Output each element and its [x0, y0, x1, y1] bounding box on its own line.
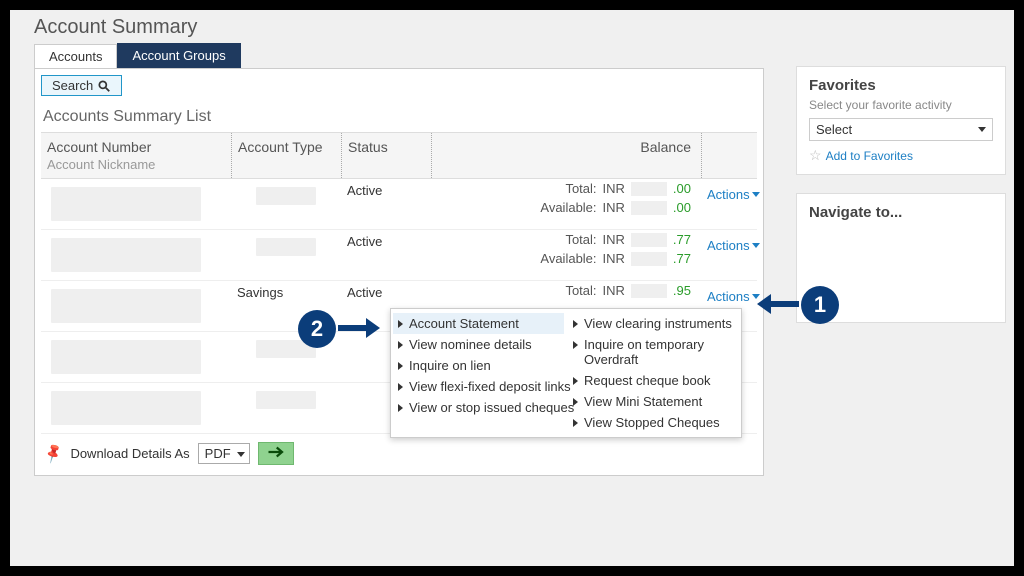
redacted-account-number: [51, 238, 201, 272]
search-button[interactable]: Search: [41, 75, 122, 96]
currency-label: INR: [603, 181, 625, 196]
search-icon: [97, 79, 111, 93]
menu-item-stopped-cheques[interactable]: View Stopped Cheques: [568, 412, 739, 433]
col-account-nickname-label: Account Nickname: [47, 157, 225, 172]
table-row: Active Total: INR .77 Available: INR .77…: [41, 230, 757, 281]
tab-row: Accounts Account Groups: [34, 43, 1000, 68]
currency-label: INR: [603, 251, 625, 266]
table-header: Account Number Account Nickname Account …: [41, 132, 757, 179]
favorites-title: Favorites: [809, 77, 993, 94]
amount-suffix: .77: [673, 251, 691, 266]
actions-dropdown[interactable]: Actions: [707, 234, 750, 253]
amount-suffix: .77: [673, 232, 691, 247]
menu-item-clearing-instruments[interactable]: View clearing instruments: [568, 313, 739, 334]
favorites-subtitle: Select your favorite activity: [809, 98, 993, 112]
actions-label: Actions: [707, 238, 750, 253]
status-cell: Active: [341, 179, 431, 229]
navigate-title: Navigate to...: [809, 204, 993, 221]
tab-account-groups[interactable]: Account Groups: [117, 43, 240, 68]
redacted-account-type: [256, 238, 316, 256]
menu-item-inquire-lien[interactable]: Inquire on lien: [393, 355, 564, 376]
currency-label: INR: [603, 232, 625, 247]
available-label: Available:: [540, 200, 596, 215]
menu-item-view-nominee[interactable]: View nominee details: [393, 334, 564, 355]
redacted-account-number: [51, 391, 201, 425]
callout-badge-1: 1: [801, 286, 839, 324]
arrow-left-icon: [757, 292, 801, 319]
redacted-amount: [631, 252, 667, 266]
star-icon: ☆: [809, 147, 822, 164]
tab-accounts[interactable]: Accounts: [34, 44, 117, 69]
currency-label: INR: [603, 200, 625, 215]
total-label: Total:: [565, 283, 596, 298]
add-to-favorites-link[interactable]: ☆ Add to Favorites: [809, 147, 993, 164]
redacted-amount: [631, 233, 667, 247]
download-label: Download Details As: [70, 446, 189, 461]
col-actions-header: [701, 133, 756, 178]
redacted-amount: [631, 284, 667, 298]
redacted-account-type: [256, 391, 316, 409]
download-go-button[interactable]: [258, 442, 294, 465]
currency-label: INR: [603, 283, 625, 298]
col-account-type: Account Type: [231, 133, 341, 178]
chevron-down-icon: [752, 243, 760, 248]
menu-item-mini-statement[interactable]: View Mini Statement: [568, 391, 739, 412]
menu-item-request-chequebook[interactable]: Request cheque book: [568, 370, 739, 391]
actions-label: Actions: [707, 289, 750, 304]
amount-suffix: .95: [673, 283, 691, 298]
menu-item-account-statement[interactable]: Account Statement: [393, 313, 564, 334]
col-account-number-label: Account Number: [47, 139, 151, 155]
chevron-down-icon: [978, 127, 986, 132]
menu-item-stop-cheques[interactable]: View or stop issued cheques: [393, 397, 564, 418]
callout-2: 2: [298, 310, 380, 348]
download-bar: 📌 Download Details As PDF: [41, 434, 757, 465]
download-format-select[interactable]: PDF: [198, 443, 250, 464]
favorites-select[interactable]: Select: [809, 118, 993, 141]
redacted-account-number: [51, 187, 201, 221]
pin-icon: 📌: [42, 442, 66, 465]
actions-dropdown[interactable]: Actions: [707, 183, 750, 202]
redacted-account-type: [256, 187, 316, 205]
callout-1: 1: [757, 286, 839, 324]
col-balance: Balance: [431, 133, 701, 178]
actions-menu: Account Statement View nominee details I…: [390, 308, 742, 438]
redacted-account-number: [51, 340, 201, 374]
col-status: Status: [341, 133, 431, 178]
add-to-favorites-label: Add to Favorites: [826, 149, 913, 163]
available-label: Available:: [540, 251, 596, 266]
redacted-amount: [631, 201, 667, 215]
actions-label: Actions: [707, 187, 750, 202]
col-account-number: Account Number Account Nickname: [41, 133, 231, 178]
menu-item-temp-overdraft[interactable]: Inquire on temporary Overdraft: [568, 334, 739, 370]
total-label: Total:: [565, 181, 596, 196]
actions-dropdown[interactable]: Actions: [707, 285, 750, 304]
chevron-down-icon: [752, 192, 760, 197]
status-cell: Active: [341, 230, 431, 280]
menu-item-flexi-fixed[interactable]: View flexi-fixed deposit links: [393, 376, 564, 397]
favorites-card: Favorites Select your favorite activity …: [796, 66, 1006, 175]
total-label: Total:: [565, 232, 596, 247]
favorites-select-value: Select: [816, 122, 852, 137]
table-row: Active Total: INR .00 Available: INR .00…: [41, 179, 757, 230]
search-label: Search: [52, 78, 93, 93]
chevron-down-icon: [237, 452, 245, 457]
download-format-value: PDF: [205, 446, 231, 461]
page-title: Account Summary: [34, 16, 1000, 39]
amount-suffix: .00: [673, 200, 691, 215]
amount-suffix: .00: [673, 181, 691, 196]
arrow-right-icon: [267, 445, 285, 459]
redacted-amount: [631, 182, 667, 196]
redacted-account-number: [51, 289, 201, 323]
callout-badge-2: 2: [298, 310, 336, 348]
list-heading: Accounts Summary List: [41, 104, 757, 132]
arrow-right-icon: [336, 316, 380, 343]
